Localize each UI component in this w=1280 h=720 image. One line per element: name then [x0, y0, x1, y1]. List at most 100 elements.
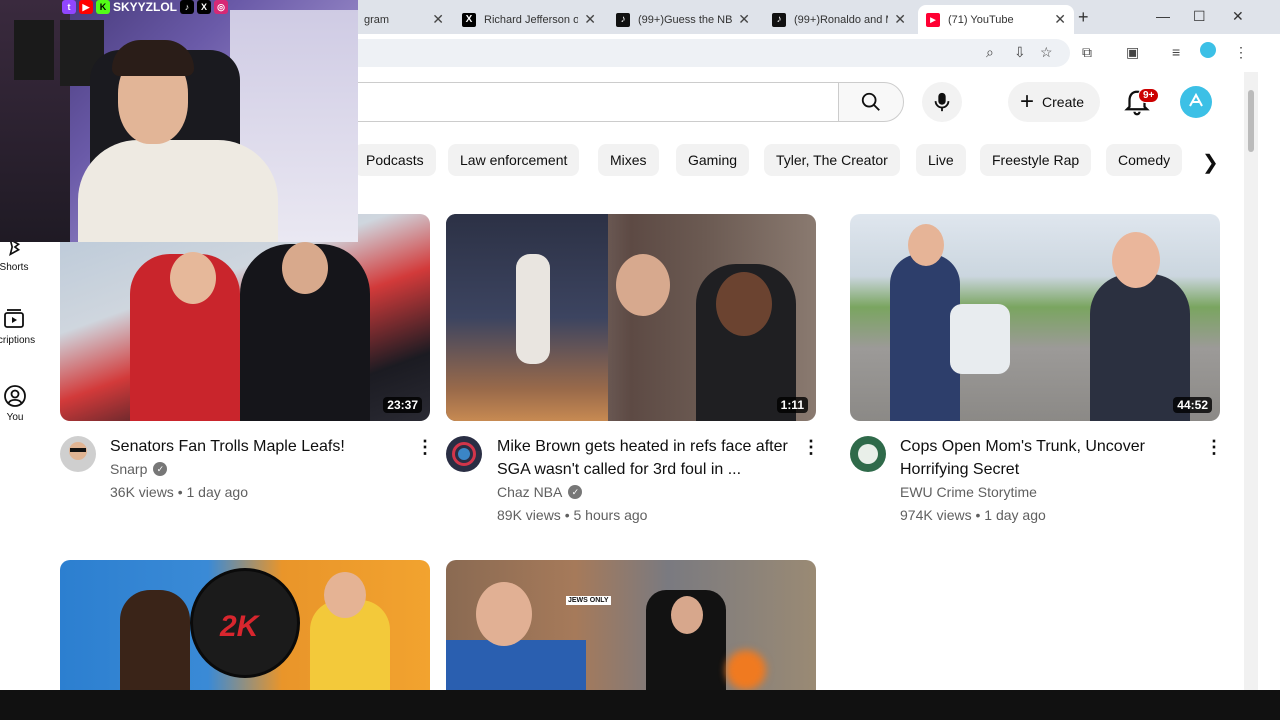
tab-instagram[interactable]: gram ✕ [356, 5, 452, 34]
chip-label: Law enforcement [460, 152, 568, 168]
close-icon[interactable]: ✕ [738, 11, 750, 28]
minimize-icon[interactable]: — [1156, 8, 1170, 24]
you-icon [4, 385, 26, 407]
microphone-icon [934, 92, 950, 112]
chip-law-enforcement[interactable]: Law enforcement [448, 144, 580, 176]
bookmark-star-icon[interactable]: ☆ [1040, 44, 1053, 61]
close-icon[interactable]: ✕ [584, 11, 596, 28]
create-label: Create [1042, 94, 1085, 110]
thumbnail-face [716, 272, 772, 336]
streamer-handle: SKYYZLOL [113, 0, 178, 14]
chip-mixes[interactable]: Mixes [598, 144, 659, 176]
x-icon: X [197, 0, 212, 14]
search-button[interactable] [838, 82, 904, 122]
channel-label: Snarp [110, 461, 148, 477]
search-icon [861, 92, 880, 111]
media-control-icon[interactable]: ≡ [1172, 44, 1180, 60]
page-scrollbar[interactable] [1244, 72, 1258, 690]
video-title[interactable]: Mike Brown gets heated in refs face afte… [497, 435, 797, 481]
channel-avatar[interactable] [60, 436, 96, 472]
tab-title: (71) YouTube [948, 13, 1014, 26]
sidebar-item-subscriptions[interactable]: scriptions [0, 307, 42, 346]
youtube-icon: ▶ [926, 12, 940, 27]
duration-badge: 44:52 [1173, 397, 1212, 413]
chip-label: Podcasts [366, 152, 424, 168]
sidebar-item-you[interactable]: You [0, 384, 43, 423]
tab-title: Richard Jefferson on X [484, 13, 579, 26]
tab-youtube[interactable]: ▶ (71) YouTube ✕ [918, 5, 1074, 34]
close-icon[interactable]: ✕ [1054, 11, 1066, 28]
chip-freestyle-rap[interactable]: Freestyle Rap [980, 144, 1092, 176]
install-app-icon[interactable]: ⇩ [1014, 44, 1026, 61]
video-meta: 36K views • 1 day ago [110, 484, 248, 500]
window-close-icon[interactable]: ✕ [1232, 8, 1244, 25]
chip-live[interactable]: Live [916, 144, 966, 176]
kick-icon: K [96, 0, 110, 14]
channel-name[interactable]: Chaz NBA ✓ [497, 484, 583, 500]
upload-age: 5 hours ago [573, 507, 648, 523]
voice-search-button[interactable] [922, 82, 962, 122]
thumbnail-figure [516, 254, 550, 364]
search-input[interactable] [300, 82, 838, 122]
webcam-overlay: t ▶ K SKYYZLOL ♪ X ◎ [0, 0, 358, 242]
profile-icon[interactable] [1200, 42, 1216, 58]
close-icon[interactable]: ✕ [432, 11, 444, 28]
tiktok-icon: ♪ [772, 12, 786, 27]
new-tab-icon[interactable]: + [1078, 7, 1089, 28]
more-actions-icon[interactable]: ⋮ [416, 438, 434, 456]
filter-chips: Podcasts Law enforcement Mixes Gaming Ty… [354, 144, 1254, 176]
maximize-icon[interactable]: ☐ [1193, 8, 1206, 25]
duration-badge: 23:37 [383, 397, 422, 413]
video-thumbnail[interactable]: 2K [60, 560, 430, 690]
close-icon[interactable]: ✕ [894, 11, 906, 28]
account-avatar[interactable] [1180, 86, 1212, 118]
address-bar[interactable] [300, 39, 1070, 67]
tab-search-icon[interactable]: ▣ [1126, 44, 1139, 61]
chip-tyler-the-creator[interactable]: Tyler, The Creator [764, 144, 900, 176]
more-actions-icon[interactable]: ⋮ [802, 438, 820, 456]
plus-icon: + [1020, 88, 1035, 115]
video-thumbnail[interactable]: 1:11 [446, 214, 816, 421]
scrollbar-thumb[interactable] [1248, 90, 1254, 152]
subscriptions-icon [4, 309, 24, 328]
thumbnail-face [282, 242, 328, 294]
menu-icon[interactable]: ⋮ [1234, 44, 1248, 61]
video-thumbnail[interactable]: JEWS ONLY [446, 560, 816, 690]
more-actions-icon[interactable]: ⋮ [1205, 438, 1223, 456]
webcam-person-hair [112, 40, 194, 76]
extensions-icon[interactable]: ⧉ [1082, 44, 1092, 61]
thumbnail-face [671, 596, 703, 634]
channel-name[interactable]: Snarp ✓ [110, 461, 168, 477]
channel-avatar[interactable] [850, 436, 886, 472]
sidebar-item-label: scriptions [0, 335, 36, 346]
chip-gaming[interactable]: Gaming [676, 144, 750, 176]
channel-avatar[interactable] [446, 436, 482, 472]
thumbnail-face [476, 582, 532, 646]
view-count: 36K views [110, 484, 174, 500]
chevron-right-icon[interactable]: ❯ [1202, 150, 1219, 175]
thumbnail-face [324, 572, 366, 618]
video-thumbnail[interactable]: 23:37 [60, 214, 430, 421]
video-meta: 974K views • 1 day ago [900, 507, 1046, 523]
video-thumbnail[interactable]: 44:52 [850, 214, 1220, 421]
channel-label: Chaz NBA [497, 484, 563, 500]
tab-tiktok-1[interactable]: ♪ (99+)Guess the NBA Pl ✕ [608, 5, 758, 34]
tab-title: (99+)Ronaldo and Mes [794, 13, 888, 26]
chip-comedy[interactable]: Comedy [1106, 144, 1183, 176]
tab-x[interactable]: X Richard Jefferson on X ✕ [454, 5, 604, 34]
create-button[interactable]: + Create [1008, 82, 1101, 122]
video-title[interactable]: Senators Fan Trolls Maple Leafs! [110, 435, 410, 458]
instagram-icon: ◎ [214, 0, 229, 14]
duration-badge: 1:11 [776, 397, 808, 413]
tiktok-icon: ♪ [180, 0, 195, 14]
sidebar-item-label: You [6, 412, 24, 423]
streamer-socials: t ▶ K SKYYZLOL ♪ X ◎ [62, 0, 229, 14]
channel-name[interactable]: EWU Crime Storytime [900, 484, 1037, 500]
video-title[interactable]: Cops Open Mom's Trunk, Uncover Horrifyin… [900, 435, 1200, 481]
chip-label: Live [928, 152, 954, 168]
chip-podcasts[interactable]: Podcasts [354, 144, 436, 176]
tab-tiktok-2[interactable]: ♪ (99+)Ronaldo and Mes ✕ [764, 5, 914, 34]
webcam-jersey [14, 20, 54, 80]
zoom-icon[interactable]: ⌕ [986, 44, 994, 61]
upload-age: 1 day ago [984, 507, 1046, 523]
